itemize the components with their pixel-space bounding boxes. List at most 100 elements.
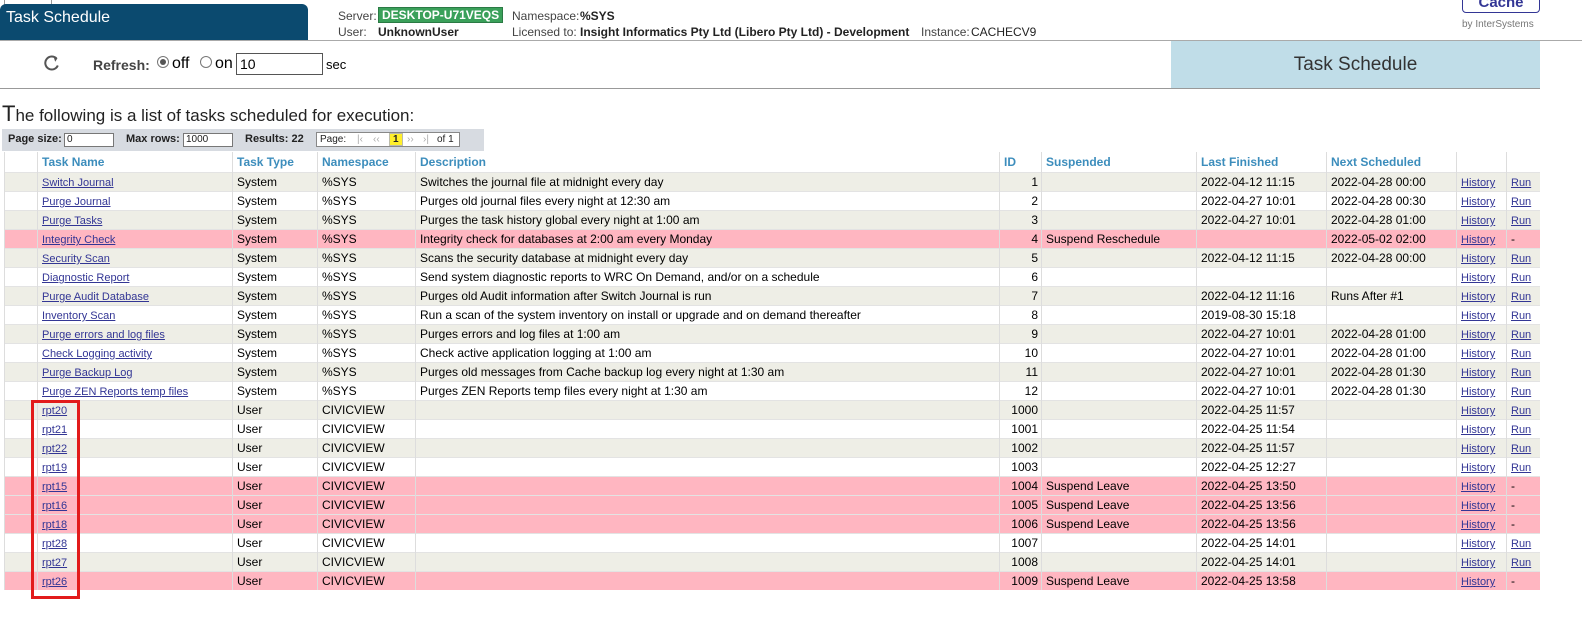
run-link[interactable]: Run — [1511, 215, 1531, 227]
task-name-link[interactable]: Purge Journal — [42, 196, 111, 208]
col-header-next-scheduled[interactable]: Next Scheduled — [1326, 152, 1457, 173]
page-title: Task Schedule — [1171, 41, 1540, 88]
task-name-link[interactable]: Integrity Check — [42, 234, 115, 246]
task-name-link[interactable]: Purge ZEN Reports temp files — [42, 386, 188, 398]
run-link[interactable]: Run — [1511, 348, 1531, 360]
col-header-suspended[interactable]: Suspended — [1041, 152, 1197, 173]
history-link[interactable]: History — [1461, 481, 1495, 493]
history-link[interactable]: History — [1461, 177, 1495, 189]
run-link[interactable]: Run — [1511, 310, 1531, 322]
task-row: Integrity Check System %SYS Integrity check… — [4, 229, 1540, 249]
run-link[interactable]: Run — [1511, 386, 1531, 398]
history-link[interactable]: History — [1461, 272, 1495, 284]
col-header-last-finished[interactable]: Last Finished — [1196, 152, 1327, 173]
task-type: System — [232, 305, 318, 325]
task-type: System — [232, 191, 318, 211]
task-name-link[interactable]: Inventory Scan — [42, 310, 115, 322]
history-link[interactable]: History — [1461, 462, 1495, 474]
history-link[interactable]: History — [1461, 443, 1495, 455]
task-row: rpt28 User CIVICVIEW 1007 2022-04-25 14:01 Hi… — [4, 533, 1540, 553]
run-link[interactable]: Run — [1511, 329, 1531, 341]
task-next-scheduled — [1326, 267, 1457, 287]
namespace-label: Namespace: — [512, 9, 580, 23]
page-size-input[interactable]: 0 — [64, 133, 114, 147]
run-link[interactable]: Run — [1511, 405, 1531, 417]
col-header-task-name[interactable]: Task Name — [37, 152, 233, 173]
intro-first-letter: T — [2, 101, 16, 126]
task-name-link[interactable]: Purge Audit Database — [42, 291, 149, 303]
prev-page-button[interactable]: ‹‹ — [373, 134, 380, 145]
highlight-box — [31, 400, 80, 599]
task-last-finished: 2022-04-25 12:27 — [1196, 457, 1327, 477]
run-link[interactable]: Run — [1511, 177, 1531, 189]
task-name-link[interactable]: Purge Tasks — [42, 215, 102, 227]
run-link[interactable]: Run — [1511, 367, 1531, 379]
refresh-interval-input[interactable] — [236, 53, 323, 75]
task-last-finished: 2019-08-30 15:18 — [1196, 305, 1327, 325]
history-link[interactable]: History — [1461, 386, 1495, 398]
history-link[interactable]: History — [1461, 253, 1495, 265]
task-namespace: %SYS — [317, 324, 416, 344]
task-namespace: CIVICVIEW — [317, 476, 416, 496]
run-link[interactable]: Run — [1511, 424, 1531, 436]
task-type: System — [232, 248, 318, 268]
task-name-link[interactable]: Diagnostic Report — [42, 272, 129, 284]
col-header-description[interactable]: Description — [415, 152, 1000, 173]
task-namespace: CIVICVIEW — [317, 552, 416, 572]
task-name-link[interactable]: Security Scan — [42, 253, 110, 265]
task-last-finished — [1196, 267, 1327, 287]
task-last-finished: 2022-04-25 11:54 — [1196, 419, 1327, 439]
task-row: rpt26 User CIVICVIEW 1009 Suspend Leave 2022-… — [4, 571, 1540, 590]
licensed-label: Licensed to: — [512, 25, 577, 39]
history-link[interactable]: History — [1461, 538, 1495, 550]
col-header-id[interactable]: ID — [999, 152, 1042, 173]
run-link[interactable]: Run — [1511, 557, 1531, 569]
refresh-off-radio[interactable] — [157, 56, 169, 68]
cache-logo-button[interactable]: Cache — [1462, 0, 1540, 13]
refresh-icon[interactable] — [43, 54, 61, 72]
task-suspended: Suspend Leave — [1041, 571, 1197, 590]
next-page-button[interactable]: ›› — [407, 134, 414, 145]
task-row: Purge Tasks System %SYS Purges the task his… — [4, 210, 1540, 230]
run-link[interactable]: Run — [1511, 443, 1531, 455]
task-description — [415, 533, 1000, 553]
task-next-scheduled: 2022-05-02 02:00 — [1326, 229, 1457, 249]
first-page-button[interactable]: |‹ — [357, 134, 363, 145]
history-link[interactable]: History — [1461, 348, 1495, 360]
current-page[interactable]: 1 — [389, 133, 403, 146]
col-header-task-type[interactable]: Task Type — [232, 152, 318, 173]
task-name-link[interactable]: Check Logging activity — [42, 348, 152, 360]
run-link[interactable]: Run — [1511, 196, 1531, 208]
run-link[interactable]: Run — [1511, 538, 1531, 550]
history-link[interactable]: History — [1461, 519, 1495, 531]
history-link[interactable]: History — [1461, 557, 1495, 569]
history-link[interactable]: History — [1461, 310, 1495, 322]
history-link[interactable]: History — [1461, 234, 1495, 246]
row-spacer — [4, 381, 38, 401]
history-link[interactable]: History — [1461, 576, 1495, 588]
history-link[interactable]: History — [1461, 500, 1495, 512]
refresh-on-radio[interactable] — [200, 56, 212, 68]
task-name-link[interactable]: Switch Journal — [42, 177, 114, 189]
task-namespace: CIVICVIEW — [317, 438, 416, 458]
task-last-finished: 2022-04-25 13:50 — [1196, 476, 1327, 496]
task-type: User — [232, 400, 318, 420]
task-last-finished: 2022-04-25 11:57 — [1196, 400, 1327, 420]
history-link[interactable]: History — [1461, 367, 1495, 379]
history-link[interactable]: History — [1461, 215, 1495, 227]
history-link[interactable]: History — [1461, 329, 1495, 341]
run-link[interactable]: Run — [1511, 291, 1531, 303]
history-link[interactable]: History — [1461, 291, 1495, 303]
task-suspended — [1041, 172, 1197, 192]
history-link[interactable]: History — [1461, 405, 1495, 417]
col-header-namespace[interactable]: Namespace — [317, 152, 416, 173]
run-link[interactable]: Run — [1511, 272, 1531, 284]
task-name-link[interactable]: Purge Backup Log — [42, 367, 133, 379]
max-rows-input[interactable]: 1000 — [183, 133, 233, 147]
run-link[interactable]: Run — [1511, 253, 1531, 265]
task-name-link[interactable]: Purge errors and log files — [42, 329, 165, 341]
run-link[interactable]: Run — [1511, 462, 1531, 474]
history-link[interactable]: History — [1461, 424, 1495, 436]
last-page-button[interactable]: ›| — [423, 134, 429, 145]
history-link[interactable]: History — [1461, 196, 1495, 208]
